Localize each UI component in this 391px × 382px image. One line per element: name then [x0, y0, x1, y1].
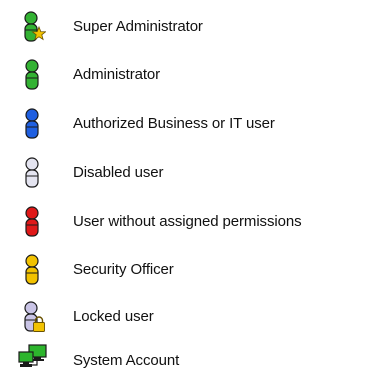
legend-item-locked-user: Locked user [0, 298, 391, 338]
legend-item-security-officer: Security Officer [0, 251, 391, 291]
legend-item-label: Locked user [73, 308, 154, 325]
legend-item-disabled-user: Disabled user [0, 154, 391, 194]
user-without-permissions-icon [22, 206, 46, 238]
legend-item-authorized-user: Authorized Business or IT user [0, 105, 391, 145]
legend-item-label: User without assigned permissions [73, 213, 302, 230]
legend-item-label: Administrator [73, 66, 161, 83]
authorized-user-icon [22, 108, 46, 140]
super-administrator-user-icon [22, 11, 46, 43]
legend-item-label: Authorized Business or IT user [73, 115, 275, 132]
locked-user-icon [22, 301, 46, 333]
legend-item-label: System Account [73, 352, 180, 369]
disabled-user-icon [22, 157, 46, 189]
system-account-computers-icon [18, 344, 48, 370]
legend-item-administrator: Administrator [0, 56, 391, 96]
security-officer-user-icon [22, 254, 46, 286]
legend-item-label: Disabled user [73, 164, 164, 181]
user-type-legend: Super Administrator Administrator Author… [0, 0, 391, 375]
legend-item-user-without-permissions: User without assigned permissions [0, 203, 391, 243]
administrator-user-icon [22, 59, 46, 91]
legend-item-label: Super Administrator [73, 18, 203, 35]
legend-item-super-administrator: Super Administrator [0, 8, 391, 48]
legend-item-label: Security Officer [73, 261, 174, 278]
legend-item-system-account: System Account [0, 342, 391, 382]
